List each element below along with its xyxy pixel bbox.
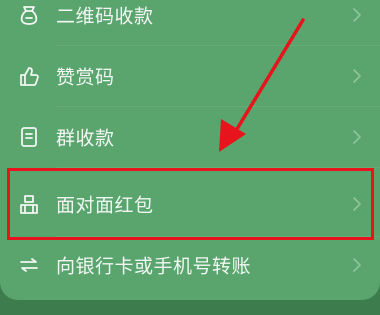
divider	[56, 167, 380, 168]
transfer-icon	[17, 253, 41, 277]
group-collect-icon	[17, 125, 41, 149]
red-packet-icon	[17, 192, 41, 216]
menu-item-qr-collect[interactable]: 二维码收款	[0, 0, 380, 45]
menu-item-face-to-face-red-packet[interactable]: 面对面红包	[0, 174, 380, 234]
menu-item-transfer-bank-phone[interactable]: 向银行卡或手机号转账	[0, 235, 380, 295]
menu-item-label: 赞赏码	[56, 66, 115, 89]
menu-item-label: 面对面红包	[56, 194, 154, 217]
qr-pouch-icon	[17, 3, 41, 27]
chevron-right-icon	[353, 258, 361, 272]
menu-item-label: 群收款	[56, 127, 115, 150]
menu-item-label: 二维码收款	[56, 5, 154, 28]
thumbs-up-icon	[17, 64, 41, 88]
payment-menu-panel: 二维码收款 赞赏码 群收款 面对面红包 向银行卡或手机号转账	[0, 0, 380, 300]
menu-item-appreciation-code[interactable]: 赞赏码	[0, 46, 380, 106]
chevron-right-icon	[353, 69, 361, 83]
chevron-right-icon	[353, 8, 361, 22]
chevron-right-icon	[353, 197, 361, 211]
menu-item-label: 向银行卡或手机号转账	[56, 255, 252, 278]
chevron-right-icon	[353, 130, 361, 144]
menu-item-group-collect[interactable]: 群收款	[0, 107, 380, 167]
